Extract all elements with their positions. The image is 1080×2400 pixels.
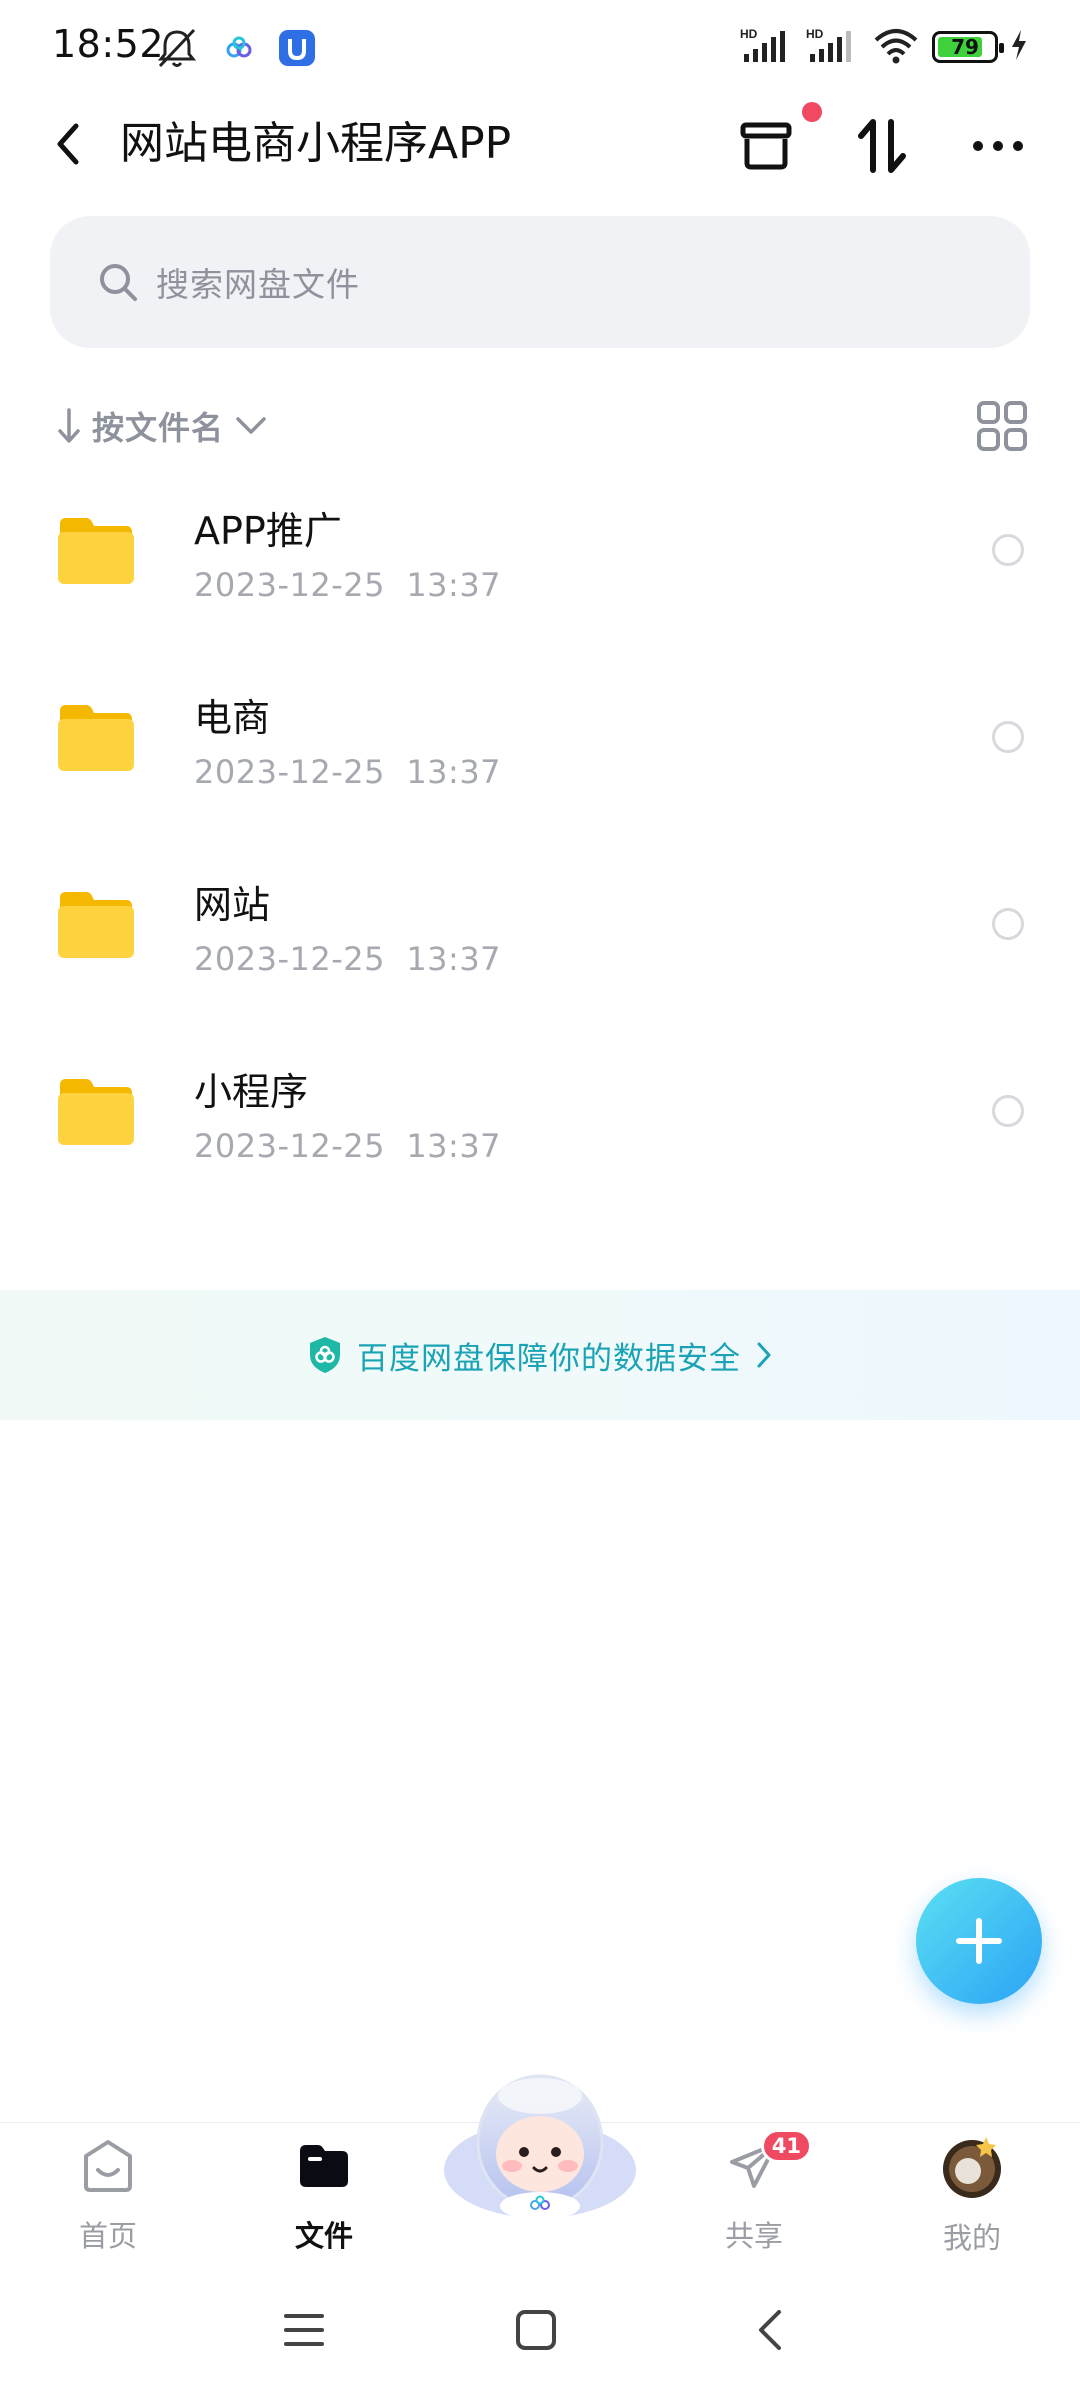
app-notification-icon (278, 29, 316, 71)
avatar (940, 2135, 1004, 2199)
file-row[interactable]: 小程序 2023-12-25 13:37 (0, 1031, 1080, 1218)
chevron-left-icon (759, 2310, 781, 2350)
status-bar: 18:52 HD HD 79 (0, 0, 1080, 96)
baidu-netdisk-icon (224, 36, 254, 64)
sort-transfer-button[interactable] (850, 114, 914, 178)
transfer-box-icon (740, 122, 792, 170)
file-name: 电商 (194, 696, 271, 740)
select-checkbox[interactable] (992, 534, 1024, 566)
folder-icon (292, 2135, 356, 2197)
mute-bell-icon (154, 26, 200, 74)
shield-icon (310, 1337, 340, 1373)
grid-view-button[interactable] (976, 400, 1028, 452)
sort-selector[interactable]: 按文件名 (56, 396, 268, 456)
security-banner[interactable]: 百度网盘保障你的数据安全 (0, 1290, 1080, 1420)
hd-signal-icon: HD (806, 26, 860, 68)
folder-icon (58, 1079, 134, 1145)
header: 网站电商小程序APP (0, 96, 1080, 196)
folder-icon (58, 892, 134, 958)
status-time: 18:52 (52, 22, 165, 66)
file-row[interactable]: 电商 2023-12-25 13:37 (0, 657, 1080, 844)
nav-label-share: 共享 (724, 2219, 783, 2253)
file-name: 网站 (194, 883, 271, 927)
wifi-icon (872, 26, 920, 68)
page-title: 网站电商小程序APP (120, 118, 512, 169)
square-icon (516, 2310, 556, 2350)
chevron-right-icon (757, 1342, 771, 1368)
share-icon: 41 (722, 2129, 812, 2197)
charging-icon (1010, 29, 1028, 65)
search-placeholder: 搜索网盘文件 (156, 265, 360, 304)
hd-signal-icon: HD (740, 26, 794, 68)
svg-text:HD: HD (806, 27, 824, 41)
back-button[interactable] (40, 116, 96, 172)
nav-item-home[interactable]: 首页 (38, 2135, 178, 2255)
plus-icon (956, 1918, 1002, 1964)
select-checkbox[interactable] (992, 1095, 1024, 1127)
sort-label: 按文件名 (92, 409, 225, 447)
notification-dot (802, 102, 822, 122)
mascot-icon (444, 2074, 636, 2220)
file-row[interactable]: APP推广 2023-12-25 13:37 (0, 470, 1080, 657)
file-date: 2023-12-25 13:37 (194, 566, 502, 604)
battery-icon: 79 (932, 31, 1004, 63)
recent-apps-button[interactable] (272, 2298, 336, 2362)
chevron-down-icon (236, 417, 266, 434)
file-name: 小程序 (194, 1070, 309, 1114)
more-icon (973, 141, 1023, 151)
file-date: 2023-12-25 13:37 (194, 1127, 502, 1165)
select-checkbox[interactable] (992, 908, 1024, 940)
menu-icon (284, 2314, 324, 2346)
svg-text:HD: HD (740, 27, 758, 41)
mascot-button[interactable] (438, 2066, 642, 2226)
file-list: APP推广 2023-12-25 13:37 电商 2023-12-25 13:… (0, 470, 1080, 1218)
arrow-down-icon (58, 408, 80, 443)
sort-transfer-icon (858, 119, 906, 173)
nav-item-share[interactable]: 41 共享 (684, 2129, 824, 2255)
folder-icon (58, 705, 134, 771)
transfer-box-button[interactable] (734, 102, 822, 178)
nav-item-files[interactable]: 文件 (254, 2135, 394, 2255)
back-system-button[interactable] (738, 2298, 802, 2362)
file-name: APP推广 (194, 509, 342, 553)
nav-label-me: 我的 (942, 2221, 1001, 2255)
folder-icon (58, 518, 134, 584)
search-input[interactable]: 搜索网盘文件 (50, 216, 1030, 348)
file-row[interactable]: 网站 2023-12-25 13:37 (0, 844, 1080, 1031)
nav-label-files: 文件 (294, 2219, 353, 2253)
select-checkbox[interactable] (992, 721, 1024, 753)
home-icon (76, 2135, 140, 2197)
system-nav-bar (0, 2262, 1080, 2400)
home-system-button[interactable] (504, 2298, 568, 2362)
add-button[interactable] (916, 1878, 1042, 2004)
share-badge: 41 (760, 2129, 812, 2163)
nav-item-me[interactable]: 我的 (902, 2135, 1042, 2255)
search-icon (100, 264, 137, 301)
file-date: 2023-12-25 13:37 (194, 753, 502, 791)
more-button[interactable] (966, 114, 1030, 178)
chevron-left-icon (57, 123, 79, 165)
nav-label-home: 首页 (78, 2219, 137, 2253)
security-text: 百度网盘保障你的数据安全 (357, 1340, 741, 1377)
battery-level: 79 (951, 35, 979, 59)
grid-view-icon (977, 401, 1027, 451)
file-date: 2023-12-25 13:37 (194, 940, 502, 978)
